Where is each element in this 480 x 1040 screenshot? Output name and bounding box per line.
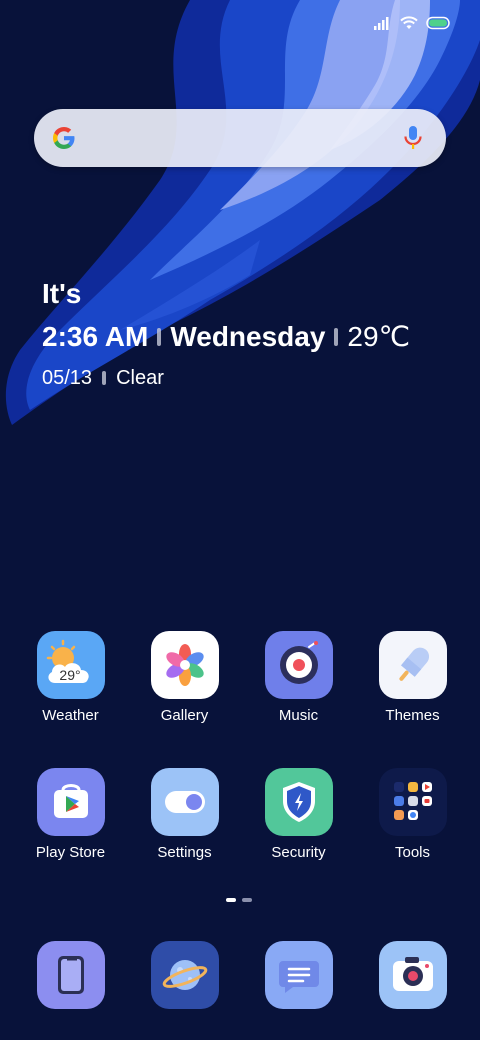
separator bbox=[334, 328, 339, 346]
browser-icon bbox=[150, 941, 219, 1009]
weather-icon: 29° bbox=[36, 631, 105, 699]
app-label: Tools bbox=[394, 844, 431, 861]
clock-weather-widget[interactable]: It's 2:36 AM Wednesday 29℃ 05/13 Clear bbox=[42, 276, 410, 392]
status-bar bbox=[374, 12, 452, 34]
signal-icon bbox=[374, 17, 389, 30]
app-label: Themes bbox=[385, 707, 440, 724]
themes-icon bbox=[378, 631, 447, 699]
music-icon bbox=[264, 631, 333, 699]
gallery-icon bbox=[150, 631, 219, 699]
page-dot-active bbox=[226, 898, 236, 902]
app-label: Music bbox=[278, 707, 319, 724]
google-g-icon bbox=[53, 127, 75, 149]
page-dot bbox=[242, 898, 252, 902]
search-bar[interactable] bbox=[34, 109, 446, 167]
dock-camera[interactable] bbox=[356, 941, 469, 1009]
greeting-text: It's bbox=[42, 278, 82, 309]
security-icon bbox=[264, 768, 333, 836]
play-store-icon bbox=[36, 768, 105, 836]
app-security[interactable]: Security bbox=[242, 768, 355, 861]
app-row-1: 29° Weather Gallery Music Themes bbox=[0, 631, 480, 724]
dock-phone[interactable] bbox=[14, 941, 127, 1009]
settings-icon bbox=[150, 768, 219, 836]
app-label: Weather bbox=[42, 707, 99, 724]
date-text: 05/13 bbox=[42, 367, 93, 389]
app-label: Security bbox=[271, 844, 326, 861]
dock-browser[interactable] bbox=[128, 941, 241, 1009]
time-text: 2:36 AM bbox=[42, 321, 149, 352]
tools-folder-icon bbox=[378, 768, 447, 836]
separator bbox=[157, 328, 162, 346]
app-play-store[interactable]: Play Store bbox=[14, 768, 127, 861]
battery-icon bbox=[426, 16, 450, 30]
app-settings[interactable]: Settings bbox=[128, 768, 241, 861]
app-music[interactable]: Music bbox=[242, 631, 355, 724]
app-tools-folder[interactable]: Tools bbox=[356, 768, 469, 861]
app-label: Gallery bbox=[160, 707, 209, 724]
phone-icon bbox=[36, 941, 105, 1009]
condition-text: Clear bbox=[116, 367, 164, 389]
app-weather[interactable]: 29° Weather bbox=[14, 631, 127, 724]
app-gallery[interactable]: Gallery bbox=[128, 631, 241, 724]
microphone-icon[interactable] bbox=[402, 124, 424, 152]
weather-badge: 29° bbox=[59, 667, 80, 683]
separator bbox=[102, 371, 107, 385]
app-label: Settings bbox=[157, 844, 212, 861]
dock bbox=[0, 941, 480, 1009]
wifi-icon bbox=[400, 16, 418, 29]
app-themes[interactable]: Themes bbox=[356, 631, 469, 724]
day-text: Wednesday bbox=[170, 321, 326, 352]
temperature-text: 29℃ bbox=[347, 321, 411, 352]
dock-messages[interactable] bbox=[242, 941, 355, 1009]
messages-icon bbox=[264, 941, 333, 1009]
page-indicator[interactable] bbox=[226, 898, 252, 902]
app-row-2: Play Store Settings Security Tools bbox=[0, 768, 480, 861]
camera-icon bbox=[378, 941, 447, 1009]
app-label: Play Store bbox=[35, 844, 106, 861]
